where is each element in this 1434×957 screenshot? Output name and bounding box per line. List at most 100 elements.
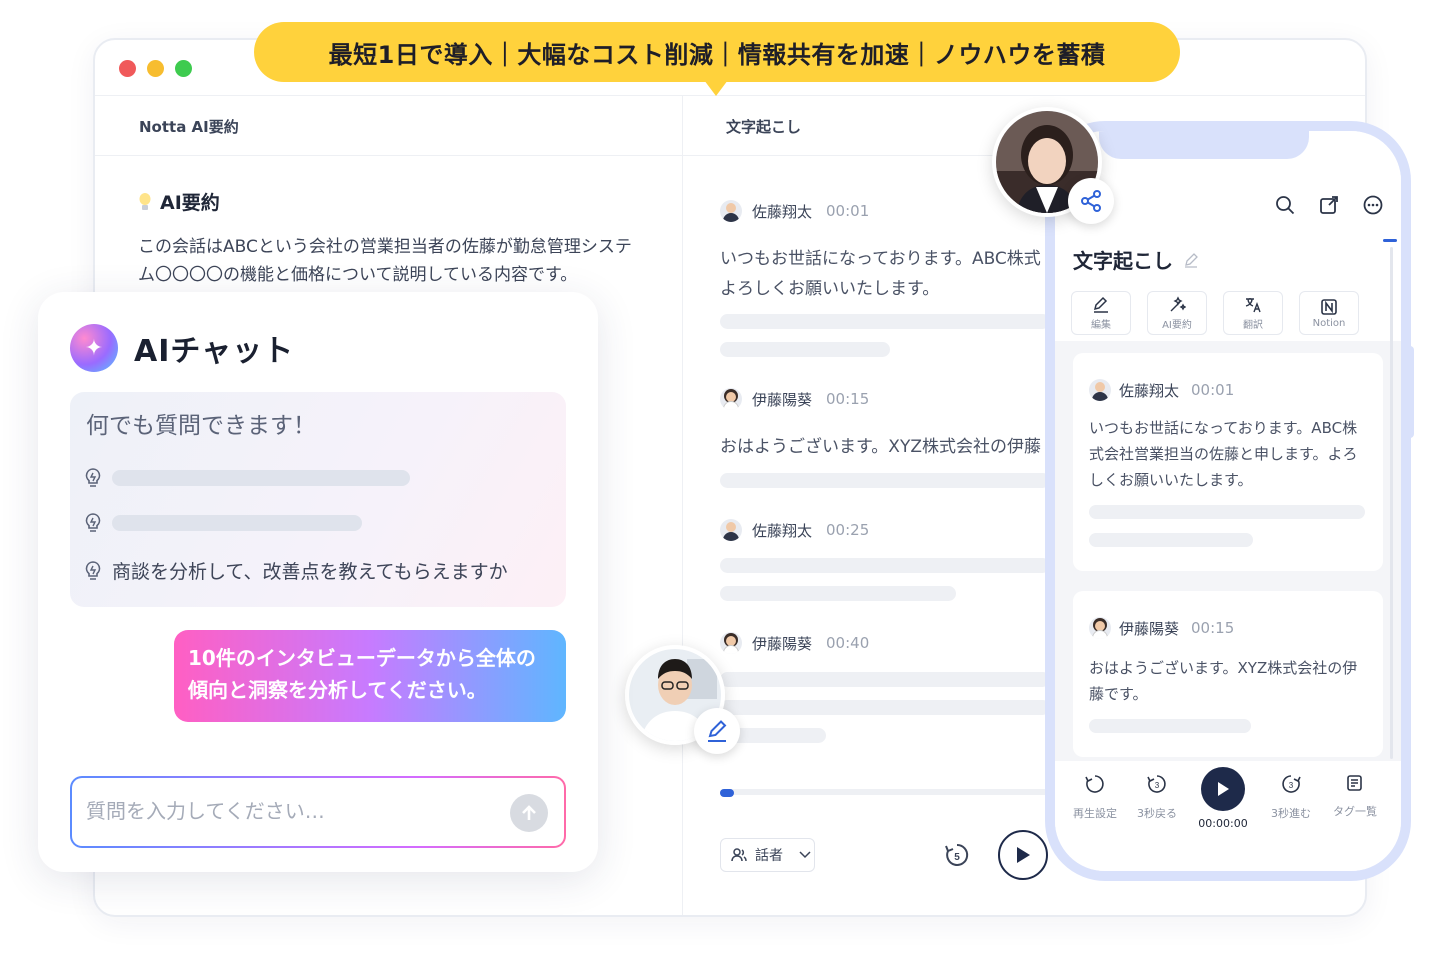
suggestion-placeholder (112, 470, 410, 486)
edit-note-button[interactable] (694, 708, 740, 754)
ctrl-label: タグ一覧 (1333, 805, 1377, 818)
transcript-text: おはようございます。XYZ株式会社の伊藤 (720, 437, 1041, 457)
placeholder-line (1089, 505, 1365, 519)
placeholder-line (720, 586, 956, 601)
phone-play-control[interactable]: 00:00:00 (1191, 767, 1255, 830)
summary-title: AI要約 (160, 192, 220, 214)
more-icon[interactable] (1363, 195, 1383, 215)
timestamp[interactable]: 00:40 (826, 634, 869, 652)
speaker-filter-dropdown[interactable]: 話者 (720, 838, 815, 872)
back-3s-button[interactable]: 3 3秒戻る (1125, 773, 1189, 821)
tag-list-icon (1347, 775, 1362, 791)
forward-3s-number: 3 (1289, 781, 1294, 790)
lightbulb-icon (85, 468, 101, 487)
minimize-window-button[interactable] (147, 60, 164, 77)
summary-text: この会話はABCという会社の営業担当者の佐藤が勤怠管理システム〇〇〇〇の機能と価… (138, 237, 632, 285)
phone-tool-row: 編集 AI要約 翻訳 Notion (1071, 291, 1359, 335)
ai-sparkle-icon (1170, 295, 1186, 311)
user-message-bubble: 10件のインタビューデータから全体の傾向と洞察を分析してください。 (174, 630, 566, 722)
lightbulb-icon (85, 560, 101, 580)
timestamp[interactable]: 00:25 (826, 521, 869, 539)
phone-transcript-card: 佐藤翔太 00:01 いつもお世話になっております。ABC株式会社営業担当の佐藤… (1073, 353, 1383, 571)
phone-playback-controls: 再生設定 3 3秒戻る 00:00:00 3 3秒進む タグ一覧 (1055, 761, 1401, 871)
placeholder-line (720, 342, 890, 357)
ctrl-label: 再生設定 (1073, 807, 1117, 820)
suggestion-item[interactable] (84, 468, 410, 488)
scroll-indicator (1383, 239, 1397, 242)
suggestion-item[interactable]: 商談を分析して、改善点を教えてもらえますか (84, 557, 508, 584)
timestamp[interactable]: 00:01 (826, 202, 869, 220)
transcript-text: いつもお世話になっております。ABC株式 (720, 249, 1041, 269)
playback-progress-track[interactable] (720, 789, 1050, 795)
transcript-speaker-row: 伊藤陽葵 00:15 (720, 388, 869, 410)
placeholder-line (720, 314, 1050, 329)
chevron-down-icon (799, 851, 811, 859)
tool-label: 翻訳 (1243, 319, 1263, 331)
chat-input-container (70, 776, 566, 848)
share-button[interactable] (1068, 178, 1114, 224)
timestamp[interactable]: 00:15 (1191, 619, 1234, 637)
ctrl-label: 3秒進む (1271, 807, 1311, 820)
forward-3s-icon: 3 (1282, 775, 1301, 793)
send-button[interactable] (510, 794, 548, 832)
tool-label: AI要約 (1162, 319, 1192, 331)
suggestion-box: 何でも質問できます！ 商談を分析して、改善点を教えてもらえますか (70, 392, 566, 607)
chat-title: AIチャット (134, 334, 295, 369)
share-export-icon[interactable] (1319, 195, 1339, 215)
speaker-avatar (1089, 379, 1111, 401)
play-button[interactable] (998, 830, 1048, 880)
pencil-icon[interactable] (1183, 252, 1199, 268)
maximize-window-button[interactable] (175, 60, 192, 77)
placeholder-line (1089, 533, 1253, 547)
tool-label: 編集 (1091, 319, 1111, 331)
phone-speaker-row: 佐藤翔太 00:01 (1089, 379, 1234, 401)
phone-title-text: 文字起こし (1073, 249, 1173, 273)
speaker-name: 伊藤陽葵 (752, 634, 813, 653)
phone-play-button[interactable] (1201, 767, 1245, 811)
ctrl-label: 3秒戻る (1137, 807, 1177, 820)
search-icon[interactable] (1275, 195, 1295, 215)
column-divider (682, 95, 683, 915)
transcript-text: よろしくお願いいたします。 (720, 279, 940, 299)
chat-header: ✦ AIチャット (70, 324, 294, 372)
phone-notch (1099, 131, 1309, 159)
play-icon (1218, 782, 1229, 796)
arrow-up-icon (522, 805, 536, 820)
ai-chat-panel: ✦ AIチャット 何でも質問できます！ 商談を分析して、改善点を教えてもらえます… (38, 292, 598, 872)
phone-speaker-row: 伊藤陽葵 00:15 (1089, 617, 1234, 639)
play-icon (1017, 847, 1030, 863)
close-window-button[interactable] (119, 60, 136, 77)
playback-time: 00:00:00 (1198, 817, 1248, 830)
suggestion-item[interactable] (84, 513, 362, 533)
edit-icon (1093, 296, 1108, 313)
tool-translate-button[interactable]: 翻訳 (1223, 291, 1283, 335)
placeholder-line (720, 672, 1050, 687)
tag-list-button[interactable]: タグ一覧 (1323, 773, 1387, 819)
transcript-speaker-row: 伊藤陽葵 00:40 (720, 632, 869, 654)
people-icon (731, 848, 747, 862)
summary-panel-title: Notta AI要約 (139, 118, 239, 136)
speaker-avatar (1089, 617, 1111, 639)
rewind-3s-number: 3 (1155, 781, 1160, 790)
ai-sparkle-icon: ✦ (70, 324, 118, 372)
tool-ai-summary-button[interactable]: AI要約 (1147, 291, 1207, 335)
speaker-avatar (720, 519, 742, 541)
speaker-name: 佐藤翔太 (1119, 381, 1180, 400)
transcript-speaker-row: 佐藤翔太 00:01 (720, 200, 869, 222)
rewind-5s-icon[interactable]: 5 (944, 842, 970, 868)
suggestion-heading: 何でも質問できます！ (86, 413, 316, 439)
playback-settings-button[interactable]: 再生設定 (1063, 773, 1127, 821)
lightbulb-icon (139, 192, 151, 210)
promo-banner: 最短1日で導入｜大幅なコスト削減｜情報共有を加速｜ノウハウを蓄積 (254, 22, 1180, 82)
tool-notion-button[interactable]: Notion (1299, 291, 1359, 335)
tool-edit-button[interactable]: 編集 (1071, 291, 1131, 335)
phone-scrollbar[interactable] (1390, 247, 1393, 759)
share-icon (1081, 190, 1101, 212)
forward-3s-button[interactable]: 3 3秒進む (1259, 773, 1323, 821)
chat-input[interactable] (86, 792, 496, 830)
timestamp[interactable]: 00:01 (1191, 381, 1234, 399)
timestamp[interactable]: 00:15 (826, 390, 869, 408)
phone-mockup: 文字起こし 編集 AI要約 翻訳 Notion 佐藤翔太 00:01 いつもお世… (1045, 121, 1411, 881)
banner-pointer (704, 80, 728, 96)
playback-progress-handle[interactable] (720, 789, 734, 797)
